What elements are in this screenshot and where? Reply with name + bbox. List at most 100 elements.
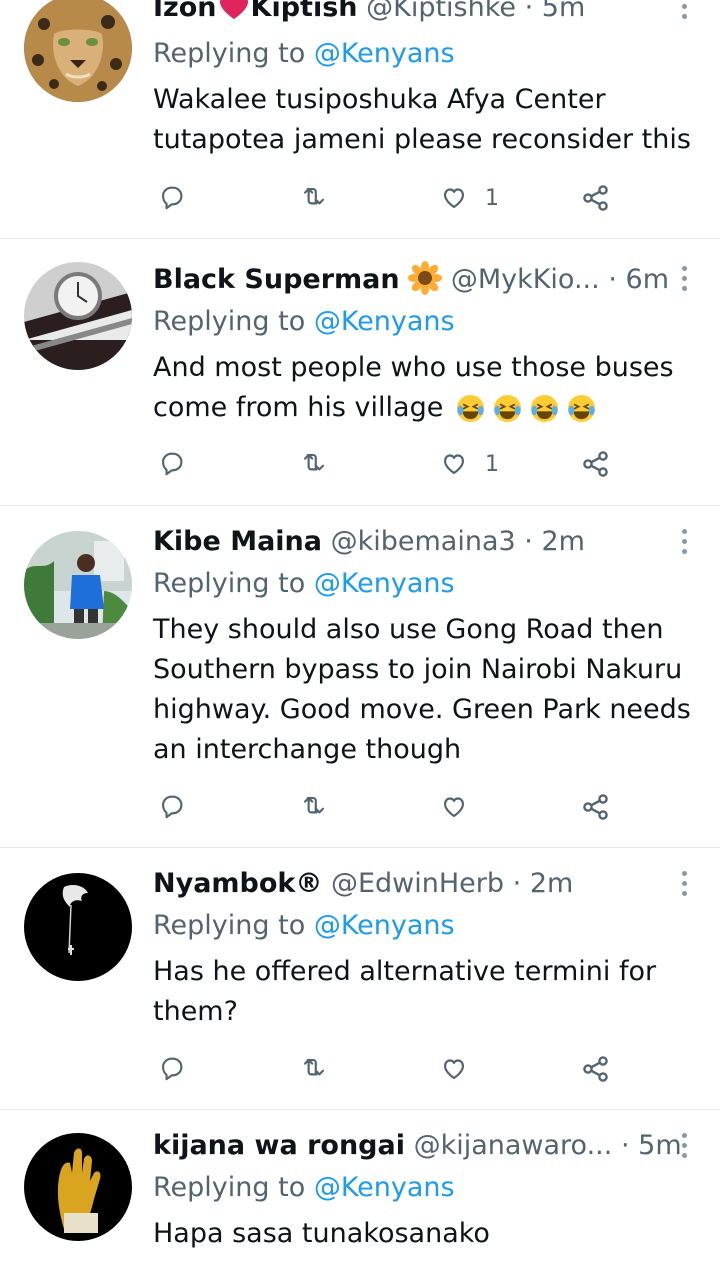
more-icon[interactable] [678,266,690,294]
separator: · [524,0,534,23]
tweet-header: Izon Kiptish @Kiptishke · 5m [153,0,720,28]
replying-to-label: Replying to [153,38,306,69]
reply-button[interactable] [155,787,189,827]
more-icon[interactable] [678,1133,690,1161]
avatar[interactable] [24,0,132,102]
separator: · [512,868,522,899]
tweet[interactable]: Izon Kiptish @Kiptishke · 5m Replying to … [0,0,720,239]
tweet-header: Kibe Maina @kibemaina3 · 2m [153,522,720,562]
user-handle[interactable]: @Kiptishke [366,0,516,23]
replying-to: Replying to @Kenyans [153,302,455,342]
replying-to-label: Replying to [153,568,306,599]
display-name[interactable]: kijana wa rongai [153,1130,405,1161]
tweet-text-line: them? [153,996,238,1027]
tweet-text: And most people who use those buses come… [153,348,698,428]
replying-to-label: Replying to [153,1172,306,1203]
retweet-button[interactable] [297,444,331,484]
share-icon [583,185,608,211]
like-icon [443,797,465,818]
share-icon [583,794,608,820]
share-button[interactable] [578,444,612,484]
display-name[interactable]: Nyambok® [153,868,322,899]
share-icon [583,1056,608,1082]
tweet-text-line: Southern bypass to join Nairobi Nakuru [153,654,683,685]
tweet-text: They should also use Gong Road then Sout… [153,610,698,770]
retweet-button[interactable] [297,1049,331,1089]
tweet[interactable]: Nyambok® @EdwinHerb · 2m Replying to @Ke… [0,847,720,1110]
tears-of-joy-emoji [456,393,486,423]
tweet-text-line: Wakalee tusiposhuka Afya Center [153,84,606,115]
share-button[interactable] [578,787,612,827]
like-button[interactable]: 1 [437,444,499,484]
tweet-actions: 1 [0,178,720,218]
tweet[interactable]: Black Superman @MykKio... · 6m Replying … [0,238,720,506]
tweet-text-line: come from his village [153,392,444,423]
like-count: 1 [485,451,499,477]
mention-link[interactable]: @Kenyans [314,910,455,941]
tweet-text-line: They should also use Gong Road then [153,614,664,645]
like-icon [443,188,465,209]
reply-icon [161,795,183,819]
reply-icon [161,186,183,210]
reply-icon [161,1057,183,1081]
retweet-button[interactable] [297,787,331,827]
mention-link[interactable]: @Kenyans [314,38,455,69]
reply-button[interactable] [155,1049,189,1089]
display-name[interactable]: Izon [153,0,217,23]
avatar[interactable] [24,262,132,370]
share-icon [583,451,608,477]
display-name[interactable]: Black Superman [153,264,400,295]
retweet-icon [303,187,325,205]
user-handle[interactable]: @kijanawaro... [414,1130,613,1161]
avatar[interactable] [24,531,132,639]
tweet-text-line: Has he offered alternative termini for [153,956,657,987]
user-handle[interactable]: @MykKio... [451,264,600,295]
user-handle[interactable]: @EdwinHerb [331,868,504,899]
replying-to-label: Replying to [153,910,306,941]
timestamp[interactable]: 6m [626,264,669,295]
mention-link[interactable]: @Kenyans [314,568,455,599]
replying-to: Replying to @Kenyans [153,1168,455,1208]
timestamp[interactable]: 2m [530,868,573,899]
heart-emoji [219,0,248,19]
timestamp[interactable]: 5m [542,0,585,23]
like-button[interactable] [437,787,471,827]
avatar[interactable] [24,873,132,981]
tweet-text-line: tutapotea jameni please reconsider this [153,124,691,155]
more-icon[interactable] [678,0,690,22]
more-icon[interactable] [678,871,690,899]
tweet[interactable]: Kibe Maina @kibemaina3 · 2m Replying to … [0,505,720,848]
tweet-actions [0,1049,720,1089]
tweet-text-line: highway. Good move. Green Park needs [153,694,691,725]
like-button[interactable] [437,1049,471,1089]
user-handle[interactable]: @kibemaina3 [331,526,516,557]
separator: · [608,264,617,295]
retweet-button[interactable] [297,178,331,218]
timestamp[interactable]: 5m [638,1130,681,1161]
display-name-suffix[interactable]: Kiptish [251,0,358,23]
retweet-icon [303,1058,325,1076]
avatar[interactable] [24,1133,132,1241]
tears-of-joy-emoji [493,393,523,423]
display-name[interactable]: Kibe Maina [153,526,322,557]
tweet[interactable]: kijana wa rongai @kijanawaro... · 5m Rep… [0,1109,720,1271]
sunflower-emoji [408,261,443,295]
like-icon [443,454,465,475]
tweet-text-line: an interchange though [153,734,462,765]
more-icon[interactable] [678,529,690,557]
tweet-actions: 1 [0,444,720,484]
tweet-text-line: And most people who use those buses [153,352,674,383]
reply-icon [161,452,183,476]
timestamp[interactable]: 2m [541,526,584,557]
reply-button[interactable] [155,178,189,218]
share-button[interactable] [578,1049,612,1089]
separator: · [620,1130,630,1161]
mention-link[interactable]: @Kenyans [314,306,455,337]
share-button[interactable] [578,178,612,218]
reply-button[interactable] [155,444,189,484]
replying-to: Replying to @Kenyans [153,564,455,604]
replying-to: Replying to @Kenyans [153,906,455,946]
like-button[interactable]: 1 [437,178,499,218]
mention-link[interactable]: @Kenyans [314,1172,455,1203]
tweet-header: kijana wa rongai @kijanawaro... · 5m [153,1126,720,1166]
